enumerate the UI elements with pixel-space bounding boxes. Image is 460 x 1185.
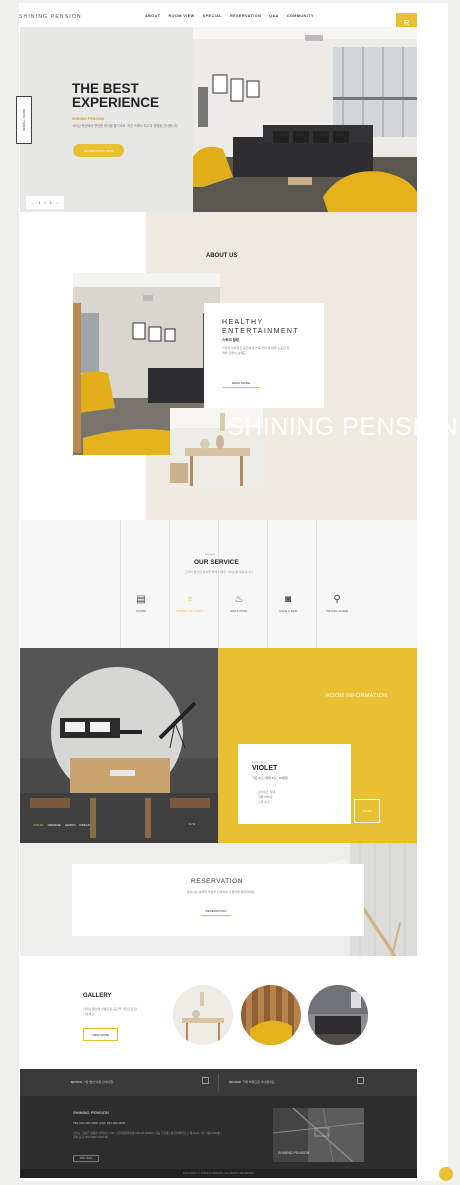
footer-divider [218,1074,219,1091]
nav-item-qna[interactable]: Q&A [269,14,279,18]
service-description: 고객의 편안한 휴식을 위해 다양한 서비스를 제공합니다. [184,570,254,574]
arrow-right-icon[interactable]: → [334,808,338,813]
service-item-label: BARBECUE PARTY [176,609,204,613]
service-divider [267,520,268,648]
main-nav: ABOUT ROOM VIEW SPECIAL RESERVATION Q&A … [145,14,314,18]
service-item-barbecue[interactable]: ♆ BARBECUE PARTY [170,594,210,613]
service-item-label: TRAVEL GUIDE [326,609,348,613]
notice-text: 7월 펜션 이용 안내사항 [84,1080,114,1084]
service-item-travel[interactable]: ⚲ TRAVEL GUIDE [317,594,357,613]
service-item-label: ROOM [136,609,146,613]
hero-pager: ← 1 / 3 → [26,196,64,209]
gallery-thumbnail-chair[interactable] [240,984,302,1046]
hero-subtitle: SHINING PENSION [72,117,105,121]
room-info-heading: ROOM INFORMATION [326,693,388,699]
healthy-entertainment-description: 자연과 어우러진 공간에서 가족, 연인과 함께 소중한 추억을 만들어 보세요… [222,346,290,355]
room-feature-list: - 퀸사이즈 침대 - 개별 바베큐 - 스파 욕조 [256,790,275,805]
room-name: VIOLET [252,765,278,772]
reservation-title: RESERVATION [191,878,244,885]
room-bedroom-image [20,648,218,843]
room-feature: - 스파 욕조 [256,800,270,804]
back-to-top-button[interactable] [439,1167,453,1181]
service-divider [120,520,121,648]
site-logo[interactable]: SHINING PENSION [19,14,82,20]
service-item-room[interactable]: ▤ ROOM [121,594,161,613]
healthy-entertainment-title: HEALTHY ENTERTAINMENT [222,319,300,335]
hero-living-room-image [193,27,417,212]
nav-item-reservation[interactable]: RESERVATION [230,14,261,18]
footer-map[interactable]: SHINING PENSION [273,1108,364,1162]
nav-item-special[interactable]: SPECIAL [203,14,222,18]
notice-label: NOTICE [71,1080,83,1084]
footer-map-button[interactable]: MAP VIEW [73,1155,99,1162]
plus-icon[interactable] [357,1077,364,1084]
room-description: 기준 2인 / 최대 4인 · 30평형 [252,776,288,780]
pager-separator: / [44,200,46,205]
location-icon: ⚲ [333,594,341,605]
prev-arrow-icon[interactable]: ← [31,201,35,205]
nav-item-about[interactable]: ABOUT [145,14,161,18]
footer-address: 경기도 가평군 청평면 샤이닝로 123 | 사업자등록번호 000-00-00… [73,1131,222,1140]
nav-item-room-view[interactable]: ROOM VIEW [169,14,195,18]
footer-contact: TEL 031-000-0000 | FAX 031-000-0001 [73,1121,126,1125]
reservation-card [72,864,364,936]
service-item-label: SPA & POOL [230,609,248,613]
scroll-down-label: SCROLL DOWN [22,108,26,132]
footer-copyright: COPYRIGHT © SHINING PENSION. ALL RIGHTS … [20,1169,417,1178]
room-icon: ▤ [136,594,146,605]
room-tab-violet[interactable]: VIOLET [33,823,44,827]
gallery-thumbnail-dining[interactable] [172,984,234,1046]
footer-company-name: SHINING PENSION [73,1110,109,1115]
barbecue-icon: ♆ [186,594,194,605]
service-divider [316,520,317,648]
healthy-entertainment-subtitle: 스토리 힐링 [222,338,240,342]
service-item-spa[interactable]: ♨ SPA & POOL [219,594,259,613]
service-divider [218,520,219,648]
reservation-description: 원하시는 날짜와 객실을 선택하여 간편하게 예약하세요. [186,890,256,894]
cafe-icon: ◙ [284,594,292,605]
hero-description: 샤이닝 펜션에서 편안한 휴식을 즐기세요. 자연 속에서 최고의 경험을 선사… [72,124,179,128]
footer-notice[interactable]: NOTICE 7월 펜션 이용 안내사항 [71,1080,113,1084]
plus-icon[interactable] [202,1077,209,1084]
service-item-label: CAFE & BAR [279,609,297,613]
reservation-link[interactable]: RESERVATION [201,909,231,916]
shining-pension-banner: SHINING PENSION [227,413,459,441]
service-title: OUR SERVICE [194,559,239,566]
service-eyebrow: service [205,552,215,556]
service-item-cafe[interactable]: ◙ CAFE & BAR [268,594,308,613]
gallery-thumbnail-sofa[interactable] [307,984,369,1046]
gallery-description: 샤이닝 펜션의 아름다운 공간을 사진으로 만나보세요. [83,1007,137,1016]
spa-icon: ♨ [234,594,244,605]
room-tab-orange[interactable]: ORANGE [48,823,61,827]
footer-review[interactable]: REVIEW 가족 여행으로 다녀왔어요 [229,1080,275,1084]
pager-current: 1 [38,200,41,205]
read-more-link[interactable]: READ MORE [222,381,260,388]
review-text: 가족 여행으로 다녀왔어요 [242,1080,275,1084]
room-type-label: Room type [252,760,267,764]
hero-panel [20,27,193,212]
about-title: ABOUT US [206,253,238,259]
scroll-down-tab[interactable]: SCROLL DOWN [16,96,32,144]
gallery-title: GALLERY [83,993,112,999]
pager-total: 3 [49,200,52,205]
map-label: SHINING PENSION [278,1151,310,1155]
room-tab-indigo[interactable]: INDIGO [79,823,90,827]
room-tab-lemon[interactable]: LEMON [65,823,76,827]
room-pager: 1 / 4 [189,822,195,826]
gallery-view-more-button[interactable]: VIEW MORE [83,1028,118,1041]
next-arrow-icon[interactable]: → [55,201,59,205]
service-divider [169,520,170,648]
hero-title: THE BEST EXPERIENCE [72,81,160,110]
nav-item-community[interactable]: COMMUNITY [287,14,314,18]
hero-reservation-button[interactable]: RESERVATION NOW [73,144,124,157]
review-label: REVIEW [229,1080,241,1084]
room-more-button[interactable]: MORE [354,799,380,823]
room-tabs: VIOLET ORANGE LEMON INDIGO [33,823,90,827]
